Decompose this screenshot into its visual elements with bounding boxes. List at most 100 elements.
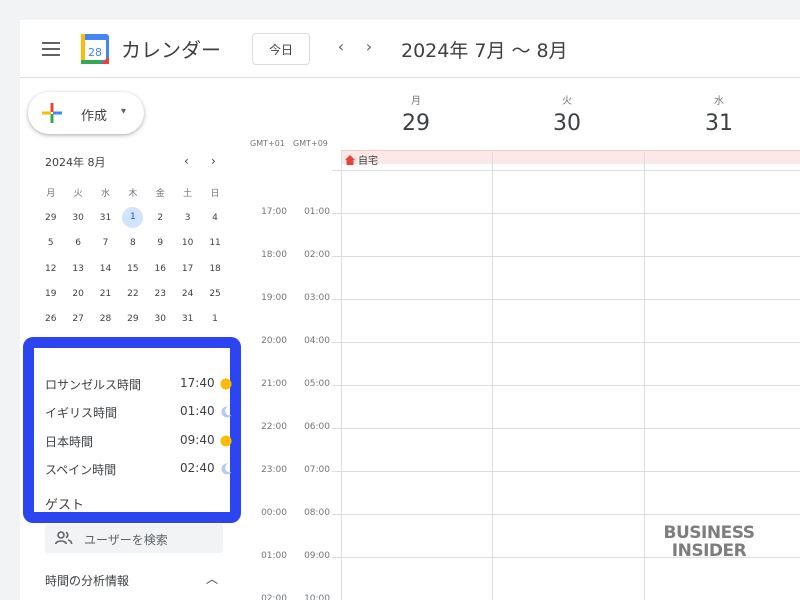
day-number[interactable]: 30 bbox=[492, 111, 642, 136]
collapse-chevron-icon[interactable]: ︿ bbox=[206, 570, 218, 587]
mini-calendar-week: 29 30 31 1 2 3 4 bbox=[37, 205, 229, 230]
day-number[interactable]: 29 bbox=[341, 111, 491, 136]
mini-calendar-day[interactable]: 8 bbox=[119, 238, 146, 248]
mini-calendar-today[interactable]: 1 bbox=[122, 207, 144, 229]
mini-calendar-day[interactable]: 22 bbox=[119, 289, 146, 299]
hour-label-gmt1: 17:00 bbox=[261, 207, 287, 217]
all-day-event[interactable]: 自宅 bbox=[345, 152, 378, 167]
hour-gridline bbox=[332, 385, 800, 386]
time-insights-title: 時間の分析情報 bbox=[45, 574, 130, 588]
hour-gridline bbox=[332, 342, 800, 343]
hour-label-gmt1: 21:00 bbox=[261, 379, 287, 389]
next-period-icon[interactable]: › bbox=[359, 37, 379, 56]
timezone-label-secondary: GMT+09 bbox=[293, 139, 328, 148]
previous-period-icon[interactable]: ‹ bbox=[331, 37, 351, 56]
hour-gridline bbox=[332, 299, 800, 300]
day-of-week: 月 bbox=[411, 96, 421, 107]
mini-calendar-weekday: 木 bbox=[128, 189, 138, 200]
day-column-header[interactable]: 月 29 bbox=[341, 92, 491, 136]
mini-calendar-day[interactable]: 11 bbox=[201, 238, 228, 248]
hour-gridline bbox=[332, 170, 800, 171]
all-day-event-bar[interactable] bbox=[341, 150, 800, 164]
hour-label-gmt9: 07:00 bbox=[304, 465, 330, 475]
mini-calendar-day[interactable]: 3 bbox=[174, 213, 201, 223]
mini-calendar-day[interactable]: 19 bbox=[37, 289, 64, 299]
hour-label-gmt9: 05:00 bbox=[304, 379, 330, 389]
mini-calendar-day[interactable]: 29 bbox=[119, 314, 146, 324]
mini-calendar-day[interactable]: 15 bbox=[119, 264, 146, 274]
dropdown-caret-icon[interactable]: ▾ bbox=[121, 106, 126, 117]
mini-calendar-day[interactable]: 1 bbox=[201, 314, 228, 324]
mini-calendar-day[interactable]: 28 bbox=[92, 314, 119, 324]
mini-calendar-day[interactable]: 23 bbox=[147, 289, 174, 299]
mini-calendar-day[interactable]: 1 bbox=[119, 207, 146, 229]
world-clock-city: 日本時間 bbox=[45, 435, 94, 449]
moon-icon bbox=[221, 463, 232, 475]
mini-calendar-weekday: 月 bbox=[46, 189, 56, 200]
sun-icon bbox=[220, 435, 232, 447]
hour-label-gmt1: 01:00 bbox=[261, 551, 287, 561]
mini-calendar-weekday-row: 月火水木金土日 bbox=[37, 180, 229, 205]
mini-calendar-day[interactable]: 30 bbox=[64, 213, 91, 223]
mini-calendar-day[interactable]: 27 bbox=[64, 314, 91, 324]
day-number[interactable]: 31 bbox=[644, 111, 794, 136]
mini-calendar-day[interactable]: 20 bbox=[64, 289, 91, 299]
day-column-header[interactable]: 水 31 bbox=[644, 92, 794, 136]
mini-calendar-day[interactable]: 14 bbox=[92, 264, 119, 274]
day-column-divider bbox=[644, 152, 645, 600]
mini-calendar-day[interactable]: 6 bbox=[64, 238, 91, 248]
home-icon bbox=[345, 154, 355, 165]
mini-calendar-day[interactable]: 21 bbox=[92, 289, 119, 299]
hour-gridline bbox=[332, 428, 800, 429]
world-clock-row: スペイン時間 02:40 bbox=[45, 459, 232, 479]
mini-calendar-day[interactable]: 12 bbox=[37, 264, 64, 274]
mini-calendar-day[interactable]: 4 bbox=[201, 213, 228, 223]
day-column-divider bbox=[341, 152, 342, 600]
mini-calendar-weekday: 水 bbox=[100, 189, 110, 200]
sun-icon bbox=[220, 378, 232, 390]
mini-calendar-next-icon[interactable]: › bbox=[211, 154, 216, 168]
watermark-line-1: BUSINESS bbox=[663, 523, 755, 543]
mini-calendar-day[interactable]: 5 bbox=[37, 238, 64, 248]
hour-label-gmt9: 01:00 bbox=[304, 207, 330, 217]
date-range-title: 2024年 7月 〜 8月 bbox=[401, 40, 568, 62]
mini-calendar-day[interactable]: 24 bbox=[174, 289, 201, 299]
mini-calendar-day[interactable]: 7 bbox=[92, 238, 119, 248]
guest-section-label: ゲスト bbox=[45, 498, 85, 513]
mini-calendar-weekday: 日 bbox=[210, 189, 220, 200]
mini-calendar: 月火水木金土日 29 30 31 1 2 3 4 5 6 7 8 9 10 11 12 13 14 15 16 17 18… bbox=[37, 180, 229, 332]
mini-calendar-day[interactable]: 16 bbox=[147, 264, 174, 274]
hour-label-gmt1: 00:00 bbox=[261, 508, 287, 518]
world-clock-panel: ロサンゼルス時間 17:40 イギリス時間 01:40 日本時間 09:40 スペイン時間 0… bbox=[23, 337, 241, 523]
world-clock-city: ロサンゼルス時間 bbox=[45, 378, 142, 392]
mini-calendar-day[interactable]: 2 bbox=[147, 213, 174, 223]
hour-label-gmt9: 10:00 bbox=[304, 594, 330, 600]
mini-calendar-day[interactable]: 18 bbox=[201, 264, 228, 274]
watermark-line-2: INSIDER bbox=[671, 541, 747, 561]
hour-label-gmt9: 08:00 bbox=[304, 508, 330, 518]
day-column-header[interactable]: 火 30 bbox=[492, 92, 642, 136]
mini-calendar-day[interactable]: 26 bbox=[37, 314, 64, 324]
mini-calendar-day[interactable]: 31 bbox=[92, 213, 119, 223]
mini-calendar-day[interactable]: 10 bbox=[174, 238, 201, 248]
mini-calendar-day[interactable]: 30 bbox=[147, 314, 174, 324]
search-users-placeholder: ユーザーを検索 bbox=[84, 533, 168, 547]
all-day-event-title: 自宅 bbox=[358, 156, 378, 167]
main-menu-icon[interactable] bbox=[42, 42, 60, 56]
mini-calendar-prev-icon[interactable]: ‹ bbox=[184, 154, 189, 168]
mini-calendar-day[interactable]: 31 bbox=[174, 314, 201, 324]
create-button[interactable]: 作成 ▾ bbox=[28, 92, 144, 134]
hour-label-gmt1: 02:00 bbox=[261, 594, 287, 600]
today-button[interactable]: 今日 bbox=[252, 33, 310, 65]
mini-calendar-day[interactable]: 17 bbox=[174, 264, 201, 274]
mini-calendar-week: 5 6 7 8 9 10 11 bbox=[37, 231, 229, 256]
search-users-input[interactable]: ユーザーを検索 bbox=[45, 524, 223, 553]
people-icon bbox=[55, 531, 73, 545]
mini-calendar-day[interactable]: 25 bbox=[201, 289, 228, 299]
calendar-logo[interactable]: 28 bbox=[81, 34, 109, 64]
mini-calendar-day[interactable]: 9 bbox=[147, 238, 174, 248]
mini-calendar-day[interactable]: 13 bbox=[64, 264, 91, 274]
timezone-label-primary: GMT+01 bbox=[250, 139, 285, 148]
hour-label-gmt9: 04:00 bbox=[304, 336, 330, 346]
mini-calendar-day[interactable]: 29 bbox=[37, 213, 64, 223]
